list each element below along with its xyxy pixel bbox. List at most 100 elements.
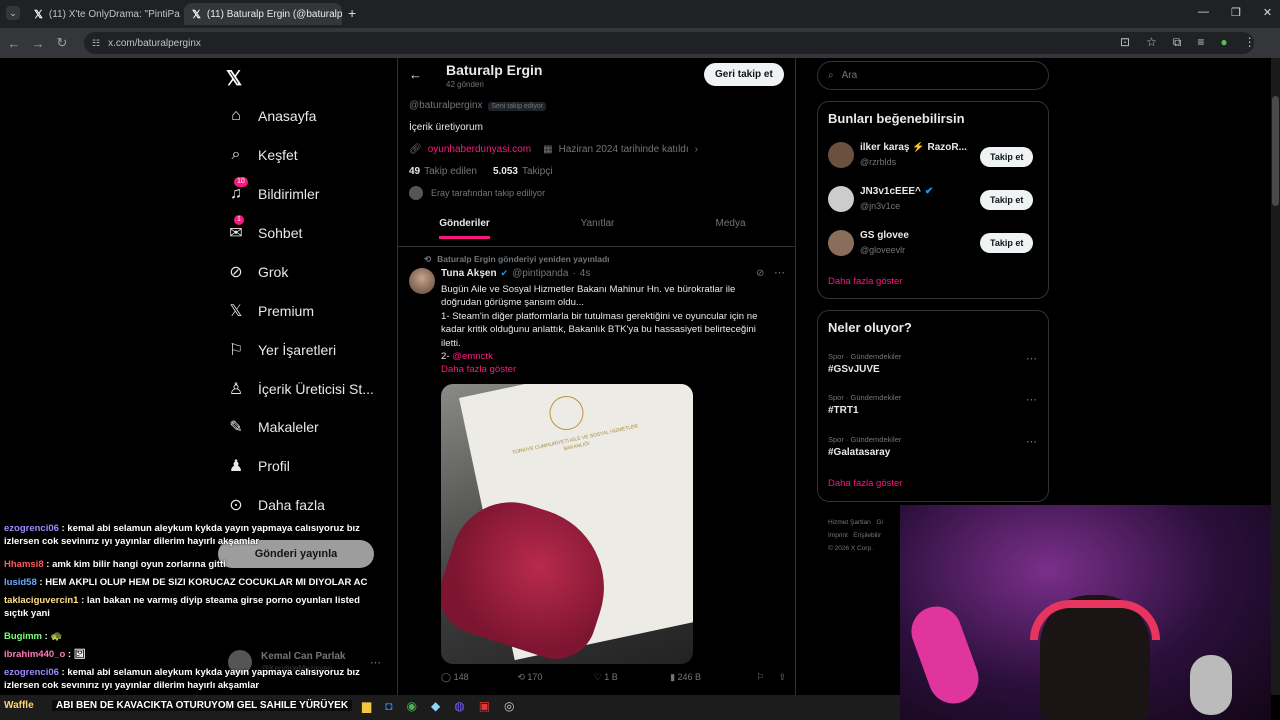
- x-logo-icon: 𝕏: [34, 8, 43, 21]
- new-tab-icon[interactable]: +: [348, 5, 356, 21]
- app-icon[interactable]: ▣: [479, 699, 490, 713]
- maximize-icon[interactable]: ❐: [1231, 6, 1241, 19]
- chat-message: ezogrenci06 : kemal abi selamun aleykum …: [4, 667, 360, 691]
- search-input[interactable]: ⌕ Ara: [817, 61, 1049, 90]
- chat-message: Bugimm : 🐢: [4, 631, 63, 642]
- followers-count[interactable]: 5.053: [493, 166, 518, 177]
- nav-articles[interactable]: ✎ Makaleler: [228, 412, 318, 442]
- bookmark-star-icon[interactable]: ☆: [1146, 35, 1157, 50]
- chat-text: amk kim bilir hangi oyun zorlarına gitti: [52, 559, 226, 570]
- minimize-icon[interactable]: —: [1198, 6, 1209, 19]
- more-icon[interactable]: ⋯: [1026, 393, 1037, 406]
- browser-tab[interactable]: 𝕏 (11) X'te OnlyDrama: "PintiPand ✕: [26, 3, 180, 25]
- more-icon[interactable]: ⋯: [774, 266, 785, 279]
- nav-explore[interactable]: ⌕ Keşfet: [228, 140, 298, 170]
- scrollbar[interactable]: [1271, 58, 1280, 695]
- ministry-seal-icon: [546, 392, 587, 434]
- nav-profile[interactable]: ♟ Profil: [228, 451, 290, 481]
- follow-button[interactable]: Takip et: [980, 147, 1034, 167]
- show-more-link[interactable]: Daha fazla göster: [828, 276, 902, 287]
- back-icon[interactable]: ←: [2, 36, 26, 51]
- chat-username[interactable]: ezogrenci06: [4, 667, 59, 678]
- x-home-logo-icon[interactable]: 𝕏: [226, 66, 242, 91]
- menu-icon[interactable]: ⋮: [1244, 35, 1256, 50]
- tweet-image[interactable]: TÜRKİYE CUMHURİYETİ AİLE VE SOSYAL HİZME…: [441, 384, 693, 664]
- profile-website[interactable]: oyunhaberdunyasi.com: [428, 144, 531, 155]
- close-window-icon[interactable]: ✕: [1263, 6, 1272, 19]
- chat-username[interactable]: ibrahim440_o: [4, 649, 65, 660]
- reply-button[interactable]: ◯ 148: [441, 672, 517, 683]
- follow-button[interactable]: Takip et: [980, 190, 1034, 210]
- nav-home[interactable]: ⌂ Anasayfa: [228, 101, 316, 131]
- repost-button[interactable]: ⟲ 170: [517, 672, 593, 683]
- avatar[interactable]: [828, 230, 854, 256]
- reload-icon[interactable]: ↻: [50, 35, 74, 51]
- site-info-icon[interactable]: ☷: [92, 38, 100, 49]
- show-more-link[interactable]: Daha fazla göster: [828, 478, 902, 489]
- notification-badge: 10: [234, 177, 248, 187]
- trend-tag[interactable]: #TRT1: [828, 405, 859, 416]
- browser-tab-active[interactable]: 𝕏 (11) Baturalp Ergin (@baturalpe ✕: [184, 3, 342, 25]
- extensions-icon[interactable]: ⧉: [1173, 35, 1182, 50]
- nav-chat[interactable]: ✉ 1 Sohbet: [228, 215, 302, 248]
- folder-icon[interactable]: ▆: [362, 699, 371, 713]
- chat-username[interactable]: Hhamsi8: [4, 559, 44, 570]
- trend-tag[interactable]: #GSvJUVE: [828, 364, 880, 375]
- trend-tag[interactable]: #Galatasaray: [828, 447, 890, 458]
- avatar[interactable]: [828, 142, 854, 168]
- tweet-avatar[interactable]: [409, 268, 435, 294]
- joined-date: Haziran 2024 tarihinde katıldı: [558, 144, 689, 155]
- nav-premium[interactable]: 𝕏 Premium: [228, 296, 314, 326]
- back-arrow-icon[interactable]: ←: [409, 67, 422, 82]
- suggestion-name[interactable]: ilker karaş ⚡ RazoR...: [860, 142, 970, 153]
- followed-by-row[interactable]: Eray tarafından takip ediliyor: [409, 186, 545, 200]
- tab-posts[interactable]: Gönderiler: [398, 218, 531, 246]
- following-count[interactable]: 49: [409, 166, 420, 177]
- tab-search-button[interactable]: ⌄: [6, 6, 20, 20]
- views-button[interactable]: ▮ 246 B: [670, 672, 748, 683]
- address-bar[interactable]: ☷ x.com/baturalperginx: [84, 32, 1254, 54]
- mention-link[interactable]: @emnctk: [452, 351, 493, 362]
- nav-creator-studio[interactable]: ♙ İçerik Üreticisi St...: [228, 374, 374, 404]
- follow-button[interactable]: Takip et: [980, 233, 1034, 253]
- more-icon[interactable]: ⋯: [1026, 352, 1037, 365]
- tab-media[interactable]: Medya: [664, 218, 795, 246]
- nav-grok[interactable]: ⊘ Grok: [228, 257, 288, 287]
- grok-icon[interactable]: ⊘: [756, 268, 764, 279]
- chrome-icon[interactable]: ◉: [406, 699, 416, 713]
- app-icon[interactable]: ◆: [431, 699, 440, 713]
- install-icon[interactable]: ⊡: [1120, 35, 1130, 50]
- suggestion-name[interactable]: GS glovee: [860, 230, 909, 241]
- search-icon: ⌕: [828, 70, 834, 81]
- chat-username[interactable]: lusid58: [4, 577, 37, 588]
- suggestion-name-row[interactable]: JN3v1cEEE^ ✔: [860, 186, 933, 197]
- profile-icon[interactable]: ●: [1220, 35, 1227, 50]
- nav-more[interactable]: ⊙ Daha fazla: [228, 490, 325, 520]
- media-icon[interactable]: ≡: [1197, 35, 1204, 50]
- more-icon[interactable]: ⋯: [1026, 435, 1037, 448]
- bookmark-icon[interactable]: ⚐: [756, 672, 764, 683]
- avatar[interactable]: [828, 186, 854, 212]
- chat-username[interactable]: ezogrenci06: [4, 523, 59, 534]
- tweet-author[interactable]: Tuna Akşen: [441, 268, 497, 279]
- headphones-decor: [1030, 600, 1160, 640]
- tab-label: (11) X'te OnlyDrama: "PintiPand: [48, 8, 180, 20]
- chat-username[interactable]: Bugimm: [4, 631, 42, 642]
- chat-message: lusid58 : HEM AKPLI OLUP HEM DE SIZI KOR…: [4, 577, 368, 588]
- tweet-time[interactable]: 4s: [580, 268, 591, 279]
- tweet-handle[interactable]: @pintipanda: [512, 268, 568, 279]
- chat-username[interactable]: taklaciguvercin1: [4, 595, 78, 606]
- person-icon: ♟: [228, 458, 244, 475]
- follow-back-button[interactable]: Geri takip et: [704, 63, 784, 86]
- scrollbar-thumb[interactable]: [1272, 96, 1279, 206]
- show-more-link[interactable]: Daha fazla göster: [441, 363, 791, 376]
- obs-icon[interactable]: ◎: [504, 699, 514, 713]
- like-button[interactable]: ♡ 1 B: [594, 672, 670, 683]
- nav-bookmarks[interactable]: ⚐ Yer İşaretleri: [228, 335, 336, 365]
- discord-icon[interactable]: ◍: [454, 699, 464, 713]
- share-icon[interactable]: ⇪: [778, 672, 786, 683]
- outlook-icon[interactable]: ◘: [385, 699, 392, 713]
- nav-notifications[interactable]: ♫ 10 Bildirimler: [228, 177, 319, 209]
- forward-icon[interactable]: →: [26, 36, 50, 51]
- tab-replies[interactable]: Yanıtlar: [531, 218, 664, 246]
